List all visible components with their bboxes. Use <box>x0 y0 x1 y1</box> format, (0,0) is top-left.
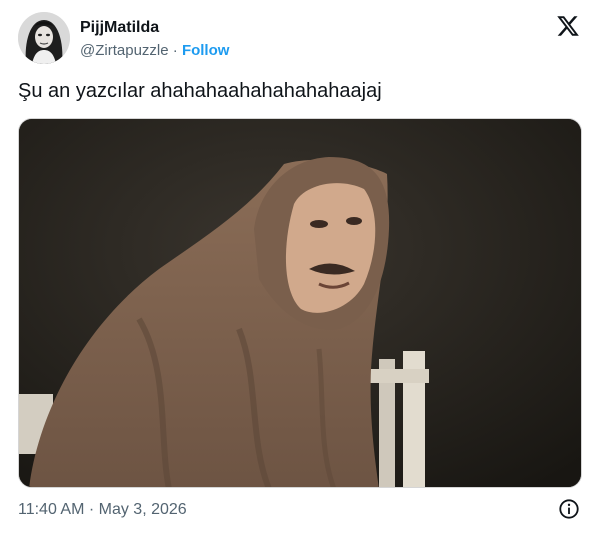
tweet-footer: 11:40 AM · May 3, 2026 <box>18 498 584 522</box>
author-handle-row: @Zirtapuzzle · Follow <box>80 41 229 61</box>
follow-button[interactable]: Follow <box>182 42 230 59</box>
tweet-timestamp[interactable]: 11:40 AM · May 3, 2026 <box>18 500 187 520</box>
author-display-name[interactable]: PijjMatilda <box>80 18 159 38</box>
x-logo-icon[interactable] <box>556 14 580 38</box>
author-handle[interactable]: @Zirtapuzzle <box>80 42 169 59</box>
tweet-text: Şu an yazcılar ahahahaahahahahahaajaj <box>18 80 382 102</box>
tweet-header: PijjMatilda @Zirtapuzzle · Follow <box>18 12 584 66</box>
avatar-photo-icon <box>18 12 70 64</box>
tweet-media-photo[interactable] <box>18 118 582 488</box>
separator-dot: · <box>172 42 178 59</box>
avatar[interactable] <box>18 12 70 64</box>
info-icon[interactable] <box>558 498 580 520</box>
man-wrapped-in-blanket-photo-icon <box>19 119 581 487</box>
